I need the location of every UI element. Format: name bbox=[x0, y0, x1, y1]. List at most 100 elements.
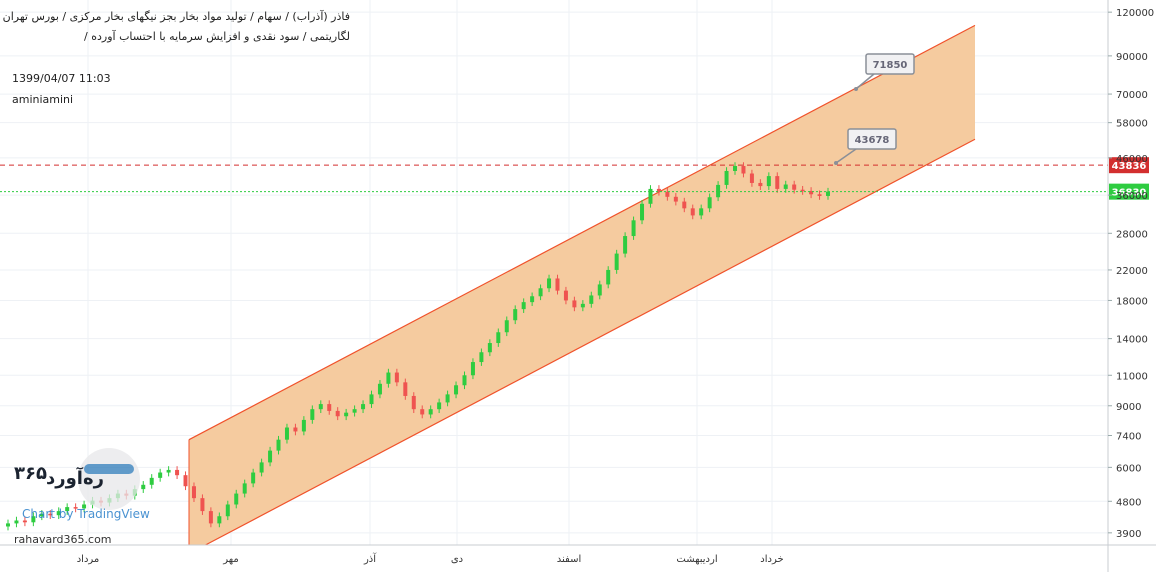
candle-body bbox=[716, 184, 721, 198]
candle-body bbox=[158, 472, 163, 478]
candle-body bbox=[242, 483, 247, 494]
candle-body bbox=[580, 303, 585, 308]
time-axis[interactable]: مرداد مهر آذر دی اسفند اردیبهشت خرداد bbox=[0, 544, 1156, 565]
candle-body bbox=[149, 477, 154, 485]
candle-body bbox=[293, 427, 298, 432]
publish-timestamp: 1399/04/07 11:03 bbox=[12, 72, 111, 85]
candle-body bbox=[234, 493, 239, 505]
candle-body bbox=[563, 290, 568, 301]
candle-body bbox=[141, 484, 146, 490]
candle-body bbox=[183, 475, 188, 487]
candle-body bbox=[386, 372, 391, 384]
x-tick-label: اردیبهشت bbox=[676, 554, 717, 565]
candle-body bbox=[673, 196, 678, 202]
candle-body bbox=[479, 352, 484, 363]
candle-body bbox=[513, 309, 518, 321]
y-tick-label: 4800 bbox=[1116, 497, 1141, 508]
author-name: aminiamini bbox=[12, 93, 74, 106]
candle-body bbox=[589, 295, 594, 304]
candle-body bbox=[318, 404, 323, 410]
candle-body bbox=[437, 402, 442, 410]
candle-body bbox=[733, 166, 738, 171]
candle-body bbox=[259, 462, 264, 473]
candle-body bbox=[428, 409, 433, 415]
candle-body bbox=[800, 189, 805, 192]
y-tick-label: 22000 bbox=[1116, 266, 1148, 277]
candle-body bbox=[741, 166, 746, 174]
candle-body bbox=[352, 409, 357, 413]
candle-body bbox=[377, 383, 382, 395]
y-tick-label: 9000 bbox=[1116, 402, 1141, 413]
candle-body bbox=[555, 278, 560, 291]
candle-body bbox=[487, 343, 492, 353]
candle-body bbox=[191, 486, 196, 499]
candle-body bbox=[14, 520, 19, 524]
candle-body bbox=[682, 201, 687, 209]
x-tick-label: مرداد bbox=[77, 554, 100, 565]
candle-body bbox=[420, 409, 425, 415]
candle-body bbox=[775, 176, 780, 189]
price-axis[interactable]: 3900 4800 6000 7400 9000 11000 14000 18000 22000… bbox=[1107, 0, 1154, 572]
candle-body bbox=[403, 382, 408, 396]
candle-body bbox=[614, 253, 619, 270]
candle-body bbox=[6, 523, 10, 527]
candle-body bbox=[640, 203, 645, 221]
candle-body bbox=[707, 197, 712, 209]
candle-body bbox=[208, 511, 213, 524]
candle-body bbox=[301, 419, 306, 432]
horizontal-price-lines[interactable]: 4383636830 bbox=[0, 157, 1149, 200]
x-tick-label: اسفند bbox=[557, 554, 581, 565]
price-chart[interactable]: 4383636830 3900 4800 6000 7400 9000 11000 1400… bbox=[0, 0, 1156, 572]
candle-body bbox=[538, 288, 543, 297]
y-tick-label: 90000 bbox=[1116, 52, 1148, 63]
candle-body bbox=[783, 184, 788, 189]
candle-body bbox=[597, 284, 602, 296]
candle-body bbox=[470, 362, 475, 376]
x-tick-label: دی bbox=[451, 554, 463, 565]
candle-body bbox=[572, 300, 577, 308]
candle-body bbox=[166, 469, 171, 473]
candle-body bbox=[766, 176, 771, 187]
candle-body bbox=[344, 412, 349, 417]
candle-body bbox=[724, 170, 729, 185]
candle-body bbox=[817, 194, 822, 196]
candle-body bbox=[665, 191, 670, 197]
candle-body bbox=[361, 404, 366, 410]
y-tick-label: 36000 bbox=[1116, 191, 1148, 202]
candle-body bbox=[521, 302, 526, 310]
candle-body bbox=[445, 394, 450, 403]
candle-body bbox=[699, 208, 704, 216]
watermark-brand: ره‌آورد bbox=[46, 468, 104, 489]
candle-body bbox=[690, 208, 695, 216]
x-tick-label: خرداد bbox=[760, 554, 783, 565]
candle-body bbox=[225, 504, 230, 517]
candle-body bbox=[276, 439, 281, 451]
y-tick-label: 120000 bbox=[1116, 8, 1154, 19]
callout-label: 43678 bbox=[855, 135, 890, 146]
watermark-site: rahavard365.com bbox=[14, 533, 112, 546]
candle-body bbox=[394, 372, 399, 383]
tradingview-watermark: Chart by TradingView bbox=[22, 507, 150, 521]
candle-body bbox=[606, 269, 611, 285]
candle-body bbox=[369, 394, 374, 405]
callout-anchor bbox=[834, 161, 838, 165]
candle-body bbox=[335, 410, 340, 417]
y-tick-label: 11000 bbox=[1116, 371, 1148, 382]
candle-body bbox=[648, 188, 653, 204]
watermark-number: ۳۶۵ bbox=[14, 463, 47, 484]
chart-frame: 43836 36830 3900 4800 6000 7400 9000 11000 1400… bbox=[0, 0, 1156, 572]
chart-header-line2: لگاریتمی / سود نقدی و افزایش سرمایه با ا… bbox=[84, 30, 350, 43]
candle-body bbox=[251, 472, 256, 484]
y-tick-label: 28000 bbox=[1116, 229, 1148, 240]
candle-body bbox=[217, 516, 222, 524]
candle-body bbox=[327, 404, 332, 411]
candle-body bbox=[504, 320, 509, 333]
y-tick-label: 6000 bbox=[1116, 463, 1141, 474]
candle-body bbox=[631, 220, 636, 237]
callout-label: 71850 bbox=[873, 60, 908, 71]
candle-body bbox=[310, 409, 315, 420]
candle-body bbox=[284, 427, 289, 440]
candle-body bbox=[496, 332, 501, 344]
candle-body bbox=[547, 278, 552, 289]
candle-body bbox=[200, 498, 205, 512]
